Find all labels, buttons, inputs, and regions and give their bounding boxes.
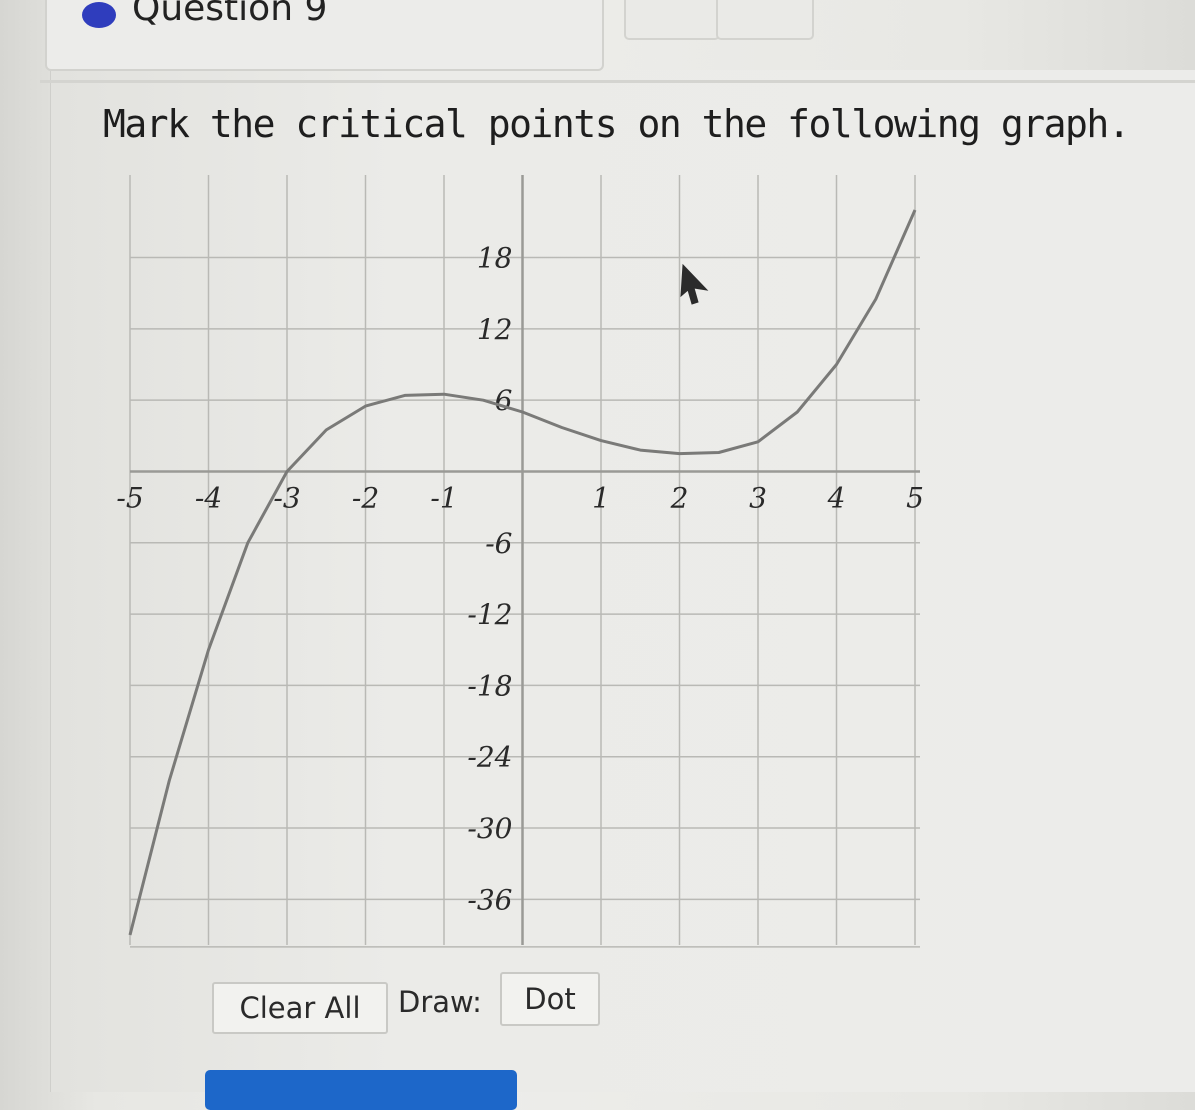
y-tick-label: -18 bbox=[467, 669, 512, 702]
tick-labels: -5 -4 -3 -2 -1 1 2 3 4 518126-6-12-18-24-30-36 bbox=[116, 242, 924, 917]
y-tick-label: -24 bbox=[467, 741, 512, 774]
x-tick-label: 2 bbox=[670, 481, 689, 514]
graph-canvas[interactable]: -5 -4 -3 -2 -1 1 2 3 4 518126-6-12-18-24-30-36 bbox=[0, 0, 1195, 1092]
y-tick-label: -6 bbox=[485, 527, 512, 560]
grid-horizontal-lines bbox=[130, 256, 920, 948]
y-tick-label: 12 bbox=[477, 313, 513, 346]
submit-button[interactable] bbox=[205, 1070, 517, 1110]
x-tick-label: 3 bbox=[749, 481, 767, 514]
y-tick-label: 6 bbox=[495, 384, 513, 417]
axes bbox=[130, 175, 920, 945]
y-tick-label: -12 bbox=[467, 598, 512, 631]
x-tick-label: 4 bbox=[827, 481, 846, 514]
y-tick-label: 18 bbox=[477, 242, 513, 275]
clear-all-button[interactable]: Clear All bbox=[212, 982, 388, 1034]
x-tick-label: -4 bbox=[195, 481, 222, 514]
x-tick-label: -1 bbox=[430, 481, 457, 514]
y-tick-label: -36 bbox=[467, 883, 512, 916]
x-tick-label: 1 bbox=[592, 481, 610, 514]
draw-mode-label: Draw: bbox=[398, 985, 482, 1019]
x-tick-label: -5 bbox=[116, 481, 143, 514]
graph-area: -5 -4 -3 -2 -1 1 2 3 4 5 18 12 6 -6 -12 -18 -24 -30 -36 bbox=[0, 0, 1195, 1092]
x-tick-label: -2 bbox=[352, 481, 379, 514]
x-tick-label: 5 bbox=[906, 481, 924, 514]
mouse-cursor-icon bbox=[680, 263, 709, 305]
y-tick-label: -30 bbox=[467, 812, 512, 845]
draw-dot-button[interactable]: Dot bbox=[500, 972, 600, 1026]
